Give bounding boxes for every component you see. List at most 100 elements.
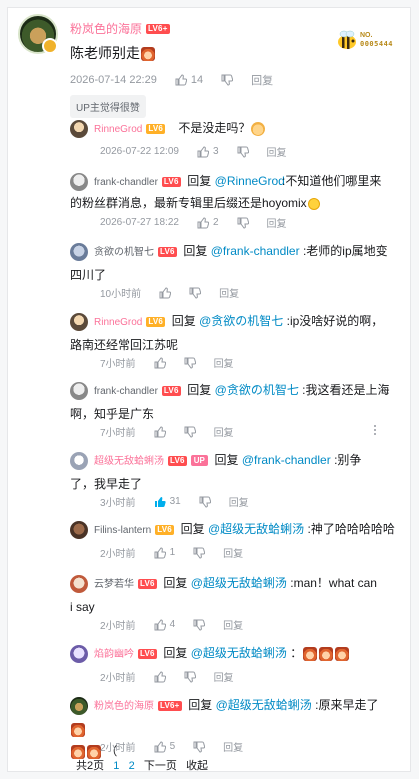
like-count: 1 [169,547,176,558]
like-icon[interactable] [197,216,209,229]
reply-body: 贪欲の机智七 LV6 回复 @frank-chandler :老师的ip属地变四川… [70,240,390,286]
avatar[interactable] [18,14,58,54]
page-1-link[interactable]: 1 [113,760,119,772]
avatar[interactable] [70,645,88,663]
dislike-icon[interactable] [237,217,249,229]
emoji-icon [71,722,85,737]
reply-button[interactable]: 回复 [223,617,243,632]
reply-body: frank-chandler LV6 回复 @贪欲の机智七 :我这看还是上海啊，知… [70,379,390,425]
level-badge: LV6+ [158,700,182,711]
reply-word: 回复 [214,453,239,467]
like-count: 5 [169,741,176,752]
username[interactable]: 焰韵幽吟 [94,649,134,660]
root-user-line: 粉岚色的海原 LV6+ [70,20,170,38]
timestamp: 2小时前 [100,673,136,684]
timestamp: 2小时前 [100,549,136,560]
reply-meta: 7小时前 回复 [100,424,234,439]
reply-meta: 2小时前 回复 [100,669,234,684]
username[interactable]: RinneGrod [94,124,142,135]
mention-link[interactable]: @贪欲の机智七 [215,383,299,397]
level-badge: LV6+ [146,23,170,34]
username[interactable]: 粉岚色的海原 [70,22,142,36]
level-badge: LV6 [168,455,187,466]
reply-meta: 2026-07-22 12:09 3 回复 [100,144,287,159]
dislike-icon[interactable] [221,74,234,86]
reply-button[interactable]: 回复 [229,494,249,509]
like-icon[interactable] [197,145,209,158]
mention-link[interactable]: @超级无敌蛤蜊汤 [216,698,312,712]
dislike-icon[interactable] [193,741,206,753]
dislike-icon[interactable] [199,496,211,508]
reply-body: RinneGrod LV6 回复 @贪欲の机智七 :ip没啥好说的啊，路南还经常回… [70,310,390,356]
timestamp: 2小时前 [100,743,136,754]
mention-link[interactable]: @超级无敌蛤蜊汤 [208,522,304,536]
username[interactable]: Filins-lantern [94,525,151,536]
mention-link[interactable]: @贪欲の机智七 [199,314,283,328]
reply-body: 云梦若华 LV6 回复 @超级无敌蛤蜊汤 :man！what can i say [70,572,380,618]
username[interactable]: 贪欲の机智七 [94,247,154,258]
like-icon-active[interactable] [154,496,166,508]
dislike-icon[interactable] [184,671,196,683]
like-count: 2 [212,217,219,228]
like-icon[interactable] [159,286,172,299]
mention-link[interactable]: @超级无敌蛤蜊汤 [191,646,287,660]
like-icon[interactable] [154,740,166,753]
emoji-icon [251,121,266,136]
like-count: 31 [169,496,181,507]
mention-link[interactable]: @超级无敌蛤蜊汤 [191,576,287,590]
reply-text: 不是没走吗？ [178,121,251,135]
reply-meta: 2026-07-27 18:22 2 回复 [100,215,287,230]
badge-number: 0005444 [360,40,394,48]
reply-button[interactable]: 回复 [214,424,234,439]
like-icon[interactable] [154,670,166,683]
reply-button[interactable]: 回复 [214,669,234,684]
like-icon[interactable] [154,546,166,559]
timestamp: 7小时前 [100,428,136,439]
reply-button[interactable]: 回复 [267,215,287,230]
mention-link[interactable]: @frank-chandler [242,453,331,467]
like-icon[interactable] [154,356,166,369]
like-icon[interactable] [154,618,166,631]
smile-icon [307,197,320,210]
dislike-icon[interactable] [184,357,196,369]
username[interactable]: 超级无敌蛤蜊汤 [94,456,164,467]
reply-button[interactable]: 回复 [223,545,243,560]
timestamp: 2026-07-22 12:09 [100,146,179,157]
username[interactable]: frank-chandler [94,386,158,397]
reply-line: RinneGrod LV6 不是没走吗？ [94,117,266,141]
reply-button[interactable]: 回复 [251,72,273,88]
reply-button[interactable]: 回复 [223,739,243,754]
dislike-icon[interactable] [184,426,196,438]
avatar[interactable] [70,521,88,539]
timestamp: 2026-07-27 18:22 [100,217,179,228]
like-icon[interactable] [175,74,187,86]
reply-button[interactable]: 回复 [267,144,287,159]
avatar[interactable] [70,120,88,138]
next-page-link[interactable]: 下一页 [144,760,177,772]
like-count: 3 [212,146,219,157]
collapse-link[interactable]: 收起 [186,760,208,772]
level-badge: LV6 [146,316,166,327]
reply-word: 回复 [163,646,188,660]
mention-link[interactable]: @frank-chandler [211,244,300,258]
more-icon[interactable] [370,425,380,435]
reply-button[interactable]: 回复 [219,285,239,300]
emoji-icon [303,646,318,661]
dislike-icon[interactable] [189,287,202,299]
username[interactable]: 粉岚色的海原 [94,701,154,712]
dislike-icon[interactable] [237,146,249,158]
comment-body: 陈老师别走 [70,45,140,61]
dislike-icon[interactable] [193,547,206,559]
username[interactable]: RinneGrod [94,317,142,328]
page-2-link[interactable]: 2 [129,760,135,772]
emoji-icon [319,646,334,661]
reply-word: 回复 [183,244,208,258]
pagination: 共2页 1 2 下一页 收起 [76,757,208,773]
like-icon[interactable] [154,425,166,438]
reply-body: :不知道他们哪里来的粉丝群消息，最新专辑里后缀还是hoyomix [70,170,390,214]
reply-button[interactable]: 回复 [214,355,234,370]
username[interactable]: 云梦若华 [94,579,134,590]
fan-badge: NO. 0005444 [336,28,398,54]
timestamp: 2026-07-14 22:29 [70,74,157,86]
dislike-icon[interactable] [193,619,206,631]
